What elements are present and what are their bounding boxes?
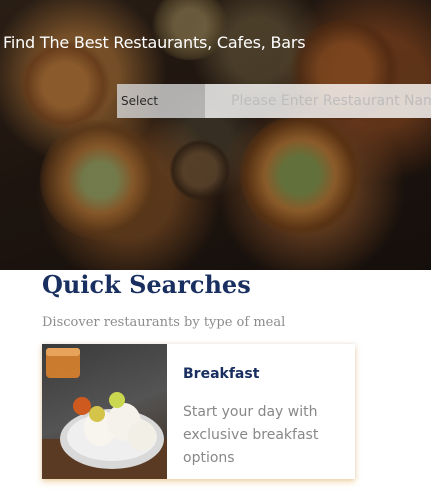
hero-title: Find The Best Restaurants, Cafes, Bars [3,33,306,52]
meal-card-title: Breakfast [183,366,260,382]
location-select[interactable]: Select [117,84,205,118]
meal-card-description: Start your day with exclusive breakfast … [183,404,319,466]
location-select-label: Select [121,94,159,108]
quick-searches-subtitle: Discover restaurants by type of meal [42,315,286,330]
hero-banner: Find The Best Restaurants, Cafes, Bars S… [0,0,431,270]
quick-searches-title: Quick Searches [42,270,251,299]
restaurant-search-input[interactable] [205,84,431,118]
meal-card-breakfast[interactable]: Breakfast Start your day with exclusive … [42,344,355,479]
breakfast-image [42,344,167,479]
search-bar: Select [117,84,431,118]
